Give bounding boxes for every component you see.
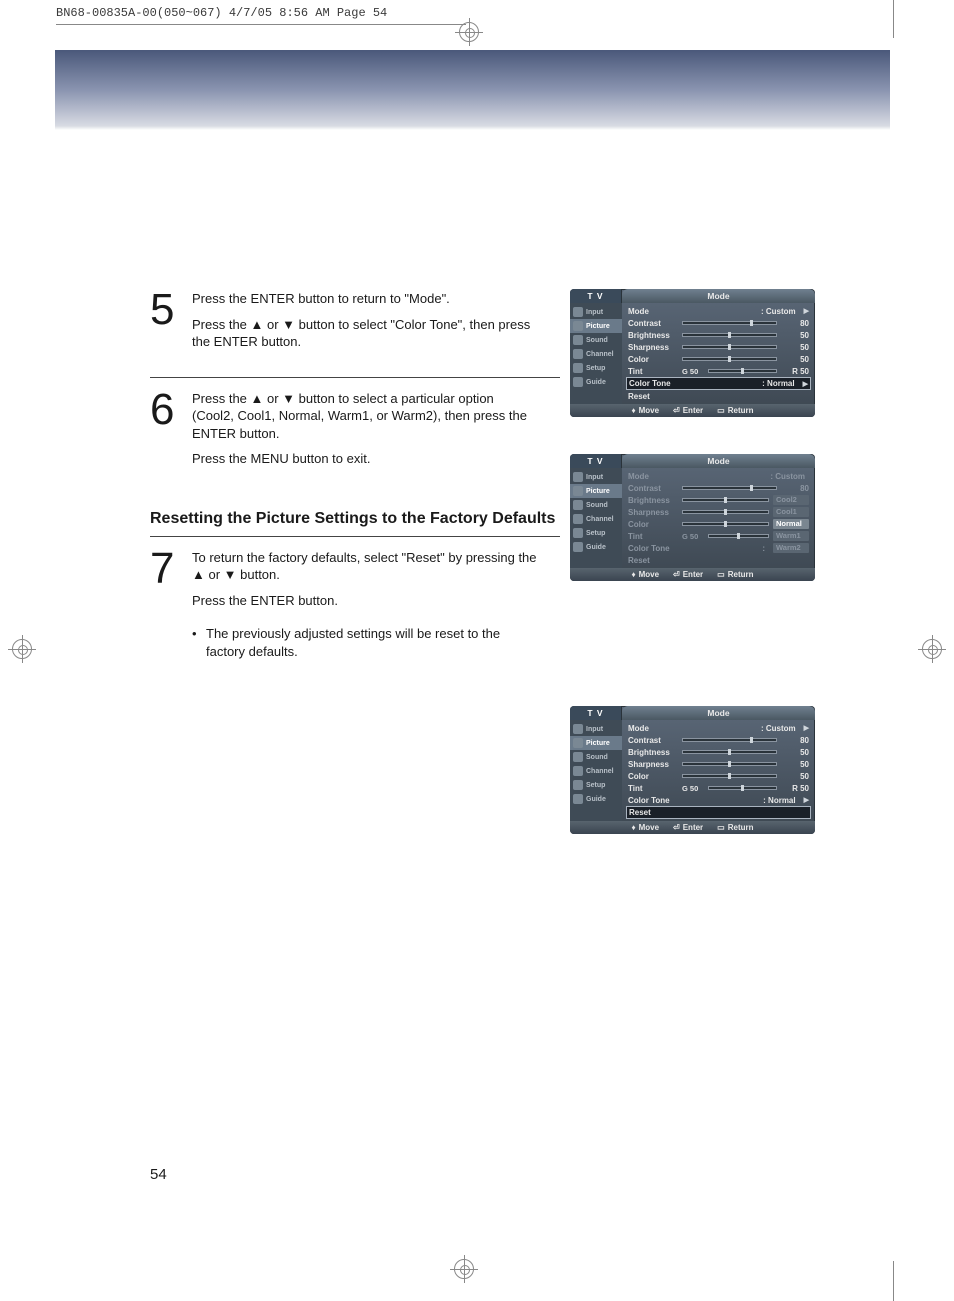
osd-source: T V [570, 289, 622, 303]
osd-option-cool1: Cool1 [773, 507, 809, 517]
channel-icon [573, 349, 583, 359]
step-number: 5 [150, 290, 184, 330]
osd-sidebar: Input Picture Sound Channel Setup Guide [570, 468, 622, 568]
osd-option-warm1: Warm1 [773, 531, 809, 541]
updown-icon: ♦ [631, 823, 635, 832]
divider [150, 377, 560, 378]
setup-icon [573, 780, 583, 790]
osd-main: Mode: Custom▶ Contrast80 Brightness50 Sh… [622, 303, 815, 404]
step-text: To return the factory defaults, select "… [192, 549, 537, 661]
input-icon [573, 724, 583, 734]
picture-icon [573, 486, 583, 496]
return-icon: ▭ [717, 406, 725, 415]
channel-icon [573, 766, 583, 776]
osd-footer: ♦Move ⏎Enter ▭Return [570, 404, 815, 417]
osd-source: T V [570, 454, 622, 468]
setup-icon [573, 363, 583, 373]
step-number: 7 [150, 549, 184, 589]
return-icon: ▭ [717, 823, 725, 832]
chevron-right-icon: ▶ [804, 307, 809, 315]
crop-mark [893, 1261, 894, 1301]
crop-mark [893, 0, 894, 38]
input-icon [573, 472, 583, 482]
chevron-right-icon: ▶ [804, 724, 809, 732]
osd-screenshot-toneoptions: T V Mode Input Picture Sound Channel Set… [570, 454, 815, 581]
osd-option-warm2: Warm2 [773, 543, 809, 553]
step-text: Press the ENTER button to return to "Mod… [192, 290, 537, 359]
chevron-right-icon: ▶ [804, 796, 809, 804]
osd-title: Mode [622, 289, 815, 303]
osd-screenshot-colortone: T V Mode Input Picture Sound Channel Set… [570, 289, 815, 417]
enter-icon: ⏎ [673, 406, 680, 415]
print-job-header: BN68-00835A-00(050~067) 4/7/05 8:56 AM P… [56, 6, 387, 20]
chevron-right-icon: ▶ [803, 380, 808, 388]
osd-source: T V [570, 706, 622, 720]
return-icon: ▭ [717, 570, 725, 579]
osd-row-colortone-selected: Color Tone: Normal▶ [626, 377, 811, 390]
bullet-text: The previously adjusted settings will be… [206, 625, 537, 660]
enter-icon: ⏎ [673, 823, 680, 832]
osd-title: Mode [622, 706, 815, 720]
osd-title: Mode [622, 454, 815, 468]
registration-mark [8, 635, 36, 663]
updown-icon: ♦ [631, 406, 635, 415]
osd-main: Mode: Custom Contrast80 BrightnessCool2 … [622, 468, 815, 568]
divider [150, 536, 560, 537]
page-number: 54 [150, 1166, 167, 1183]
updown-icon: ♦ [631, 570, 635, 579]
setup-icon [573, 528, 583, 538]
osd-row-reset-selected: Reset [626, 806, 811, 819]
header-gradient [55, 50, 890, 130]
step-number: 6 [150, 390, 184, 430]
step-text: Press the ▲ or ▼ button to select a part… [192, 390, 537, 476]
channel-icon [573, 514, 583, 524]
osd-main: Mode: Custom▶ Contrast80 Brightness50 Sh… [622, 720, 815, 821]
registration-mark [450, 1255, 478, 1283]
input-icon [573, 307, 583, 317]
osd-footer: ♦Move ⏎Enter ▭Return [570, 568, 815, 581]
registration-circle [459, 22, 479, 42]
guide-icon [573, 794, 583, 804]
osd-sidebar: Input Picture Sound Channel Setup Guide [570, 720, 622, 821]
sound-icon [573, 752, 583, 762]
guide-icon [573, 542, 583, 552]
sound-icon [573, 335, 583, 345]
osd-option-normal-selected: Normal [773, 519, 809, 529]
osd-footer: ♦Move ⏎Enter ▭Return [570, 821, 815, 834]
picture-icon [573, 321, 583, 331]
registration-mark [918, 635, 946, 663]
sound-icon [573, 500, 583, 510]
osd-sidebar: Input Picture Sound Channel Setup Guide [570, 303, 622, 404]
picture-icon [573, 738, 583, 748]
enter-icon: ⏎ [673, 570, 680, 579]
osd-screenshot-reset: T V Mode Input Picture Sound Channel Set… [570, 706, 815, 834]
osd-option-cool2: Cool2 [773, 495, 809, 505]
guide-icon [573, 377, 583, 387]
bullet: • [192, 625, 200, 660]
